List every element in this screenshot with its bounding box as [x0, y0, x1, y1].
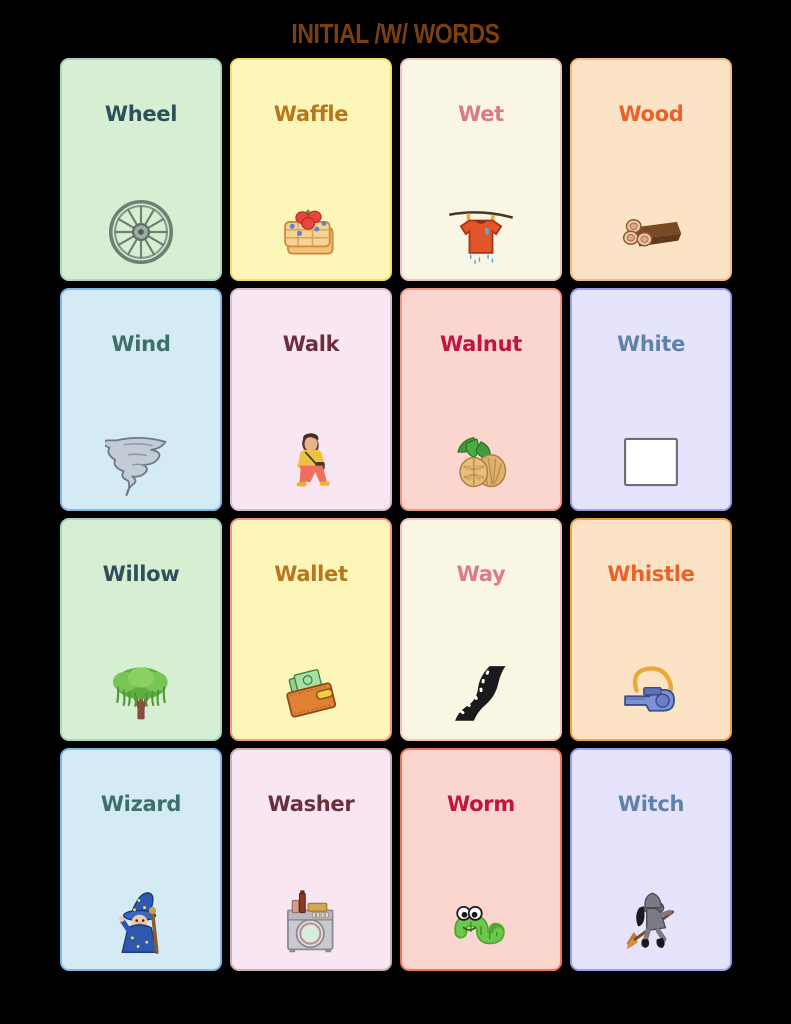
flashcard-wind[interactable]: Wind	[60, 288, 222, 511]
flashcard-label: Washer	[267, 792, 355, 816]
flashcard-label: Whistle	[607, 562, 695, 586]
wet-shirt-icon	[402, 192, 560, 272]
flashcard-willow[interactable]: Willow	[60, 518, 222, 741]
flashcard-label: Walnut	[440, 332, 522, 356]
wallet-icon	[232, 652, 390, 732]
flashcard-label: Willow	[102, 562, 180, 586]
flashcard-label: Way	[456, 562, 506, 586]
flashcard-label: Waffle	[273, 102, 349, 126]
wizard-icon	[62, 882, 220, 962]
flashcard-wizard[interactable]: Wizard	[60, 748, 222, 971]
flashcard-wallet[interactable]: Wallet	[230, 518, 392, 741]
waffle-icon	[232, 192, 390, 272]
witch-icon	[572, 882, 730, 962]
flashcard-label: Wind	[111, 332, 171, 356]
flashcard-label: White	[616, 332, 686, 356]
flashcard-label: Wallet	[274, 562, 348, 586]
flashcard-label: Wet	[458, 102, 504, 126]
flashcard-label: Wood	[618, 102, 684, 126]
flashcard-walk[interactable]: Walk	[230, 288, 392, 511]
flashcard-white[interactable]: White	[570, 288, 732, 511]
flashcard-wheel[interactable]: Wheel	[60, 58, 222, 281]
flashcard-label: Worm	[447, 792, 515, 816]
flashcard-whistle[interactable]: Whistle	[570, 518, 732, 741]
tornado-icon	[62, 422, 220, 502]
flashcard-wood[interactable]: Wood	[570, 58, 732, 281]
white-square-icon	[572, 422, 730, 502]
walnut-icon	[402, 422, 560, 502]
flashcard-label: Wizard	[100, 792, 182, 816]
flashcard-way[interactable]: Way	[400, 518, 562, 741]
walking-person-icon	[232, 422, 390, 502]
flashcard-label: Witch	[617, 792, 685, 816]
flashcard-waffle[interactable]: Waffle	[230, 58, 392, 281]
flashcard-label: Walk	[282, 332, 340, 356]
flashcard-wet[interactable]: Wet	[400, 58, 562, 281]
wood-logs-icon	[572, 192, 730, 272]
worm-icon	[402, 882, 560, 962]
flashcard-walnut[interactable]: Walnut	[400, 288, 562, 511]
wagon-wheel-icon	[62, 192, 220, 272]
willow-tree-icon	[62, 652, 220, 732]
flashcard-label: Wheel	[104, 102, 178, 126]
whistle-icon	[572, 652, 730, 732]
page-title: INITIAL /W/ WORDS	[291, 18, 500, 49]
flashcard-witch[interactable]: Witch	[570, 748, 732, 971]
washing-machine-icon	[232, 882, 390, 962]
flashcard-grid: Wheel Waffle Wet Wood Wind Walk Walnut White Wil…	[60, 58, 732, 971]
flashcard-worm[interactable]: Worm	[400, 748, 562, 971]
flashcard-washer[interactable]: Washer	[230, 748, 392, 971]
road-icon	[402, 652, 560, 732]
